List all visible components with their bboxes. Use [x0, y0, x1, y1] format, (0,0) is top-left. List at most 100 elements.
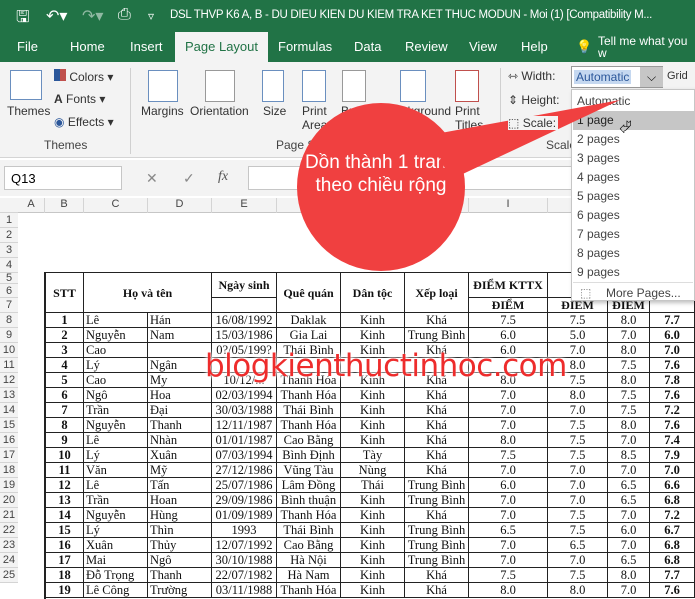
- cell-hometown[interactable]: Cao Bằng: [277, 433, 341, 448]
- cell-dob[interactable]: 25/07/1986: [212, 478, 277, 493]
- cell-score-j[interactable]: 7.5: [548, 448, 608, 463]
- cell-dob[interactable]: 22/07/1982: [212, 568, 277, 583]
- cell-ethnicity[interactable]: Kinh: [341, 583, 405, 598]
- cell-dob[interactable]: 1993: [212, 523, 277, 538]
- cell-first-name[interactable]: Đại: [148, 403, 212, 418]
- size-icon[interactable]: [262, 70, 284, 102]
- cell-rank[interactable]: Khá: [405, 403, 469, 418]
- cell-score-k[interactable]: 7.0: [608, 508, 650, 523]
- cell-score-k[interactable]: 8.0: [608, 343, 650, 358]
- cell-score-kttx[interactable]: 7.5: [469, 313, 548, 328]
- row-header-25[interactable]: 25: [0, 568, 18, 583]
- cell-hometown[interactable]: Bình thuận: [277, 493, 341, 508]
- tab-help[interactable]: Help: [521, 39, 548, 54]
- cell-rank[interactable]: Trung Bình: [405, 478, 469, 493]
- cell-first-name[interactable]: Thìn: [148, 523, 212, 538]
- cell-score-k[interactable]: 6.5: [608, 553, 650, 568]
- cell-score-avg[interactable]: 6.8: [650, 553, 695, 568]
- cell-score-kttx[interactable]: 6.0: [469, 328, 548, 343]
- cell-last-name[interactable]: Lý: [84, 448, 148, 463]
- cell-hometown[interactable]: Gia Lai: [277, 328, 341, 343]
- cell-score-j[interactable]: 5.0: [548, 328, 608, 343]
- cell-score-kttx[interactable]: 8.0: [469, 433, 548, 448]
- dropdown-item-5-pages[interactable]: 5 pages: [573, 187, 695, 206]
- row-header-19[interactable]: 19: [0, 478, 18, 493]
- column-header-E[interactable]: E: [212, 198, 277, 213]
- row-header-14[interactable]: 14: [0, 403, 18, 418]
- cell-first-name[interactable]: Thủy: [148, 538, 212, 553]
- cell-score-kttx[interactable]: 7.5: [469, 568, 548, 583]
- cell-score-kttx[interactable]: 7.0: [469, 418, 548, 433]
- cell-first-name[interactable]: Hoan: [148, 493, 212, 508]
- cell-ethnicity[interactable]: Tày: [341, 448, 405, 463]
- cell-score-kttx[interactable]: 7.0: [469, 508, 548, 523]
- cell-last-name[interactable]: Lê: [84, 478, 148, 493]
- cell-hometown[interactable]: Hà Nội: [277, 553, 341, 568]
- cell-first-name[interactable]: Mỹ: [148, 463, 212, 478]
- cell-stt[interactable]: 4: [46, 358, 84, 373]
- cell-last-name[interactable]: Mai: [84, 553, 148, 568]
- cell-rank[interactable]: Trung Bình: [405, 553, 469, 568]
- row-header-2[interactable]: 2: [0, 228, 18, 243]
- cell-last-name[interactable]: Cao: [84, 343, 148, 358]
- cell-score-j[interactable]: 7.5: [548, 568, 608, 583]
- cell-hometown[interactable]: Cao Bằng: [277, 538, 341, 553]
- cell-first-name[interactable]: Xuân: [148, 448, 212, 463]
- margins-button[interactable]: Margins: [141, 104, 184, 118]
- effects-button[interactable]: ◉ Effects ▾: [54, 115, 114, 129]
- cell-score-k[interactable]: 8.0: [608, 568, 650, 583]
- cell-score-k[interactable]: 8.0: [608, 373, 650, 388]
- cell-hometown[interactable]: Bình Định: [277, 448, 341, 463]
- cell-first-name[interactable]: Nam: [148, 328, 212, 343]
- cell-score-k[interactable]: 6.0: [608, 523, 650, 538]
- cell-score-k[interactable]: 7.0: [608, 433, 650, 448]
- cell-stt[interactable]: 17: [46, 553, 84, 568]
- cell-last-name[interactable]: Nguyễn: [84, 418, 148, 433]
- row-header-12[interactable]: 12: [0, 373, 18, 388]
- fonts-button[interactable]: A Fonts ▾: [54, 92, 105, 106]
- cell-score-j[interactable]: 7.5: [548, 508, 608, 523]
- cell-first-name[interactable]: My: [148, 373, 212, 388]
- print-area-icon[interactable]: [302, 70, 326, 102]
- cell-score-avg[interactable]: 7.2: [650, 508, 695, 523]
- cell-stt[interactable]: 5: [46, 373, 84, 388]
- cell-score-j[interactable]: 7.5: [548, 313, 608, 328]
- cell-score-kttx[interactable]: 7.0: [469, 463, 548, 478]
- cell-score-kttx[interactable]: 8.0: [469, 583, 548, 598]
- row-header-8[interactable]: 8: [0, 313, 18, 328]
- cell-first-name[interactable]: Hán: [148, 313, 212, 328]
- tab-view[interactable]: View: [469, 39, 497, 54]
- row-header-4[interactable]: 4: [0, 258, 18, 273]
- cell-score-k[interactable]: 8.5: [608, 448, 650, 463]
- cell-rank[interactable]: Trung Bình: [405, 493, 469, 508]
- cell-dob[interactable]: 16/08/1992: [212, 313, 277, 328]
- insert-function-icon[interactable]: fx: [218, 169, 228, 185]
- row-header-24[interactable]: 24: [0, 553, 18, 568]
- enter-icon[interactable]: ✓: [183, 170, 195, 187]
- cell-score-avg[interactable]: 7.8: [650, 373, 695, 388]
- cell-score-j[interactable]: 7.0: [548, 403, 608, 418]
- cell-last-name[interactable]: Lý: [84, 358, 148, 373]
- cell-score-kttx[interactable]: 7.5: [469, 448, 548, 463]
- cell-hometown[interactable]: Thanh Hóa: [277, 583, 341, 598]
- cell-stt[interactable]: 10: [46, 448, 84, 463]
- cell-score-avg[interactable]: 6.8: [650, 538, 695, 553]
- cell-score-j[interactable]: 7.0: [548, 478, 608, 493]
- cell-score-avg[interactable]: 7.0: [650, 343, 695, 358]
- cell-score-j[interactable]: 7.0: [548, 493, 608, 508]
- cell-hometown[interactable]: Lâm Đồng: [277, 478, 341, 493]
- cell-last-name[interactable]: Lý: [84, 523, 148, 538]
- row-header-11[interactable]: 11: [0, 358, 18, 373]
- cell-last-name[interactable]: Nguyễn: [84, 508, 148, 523]
- cell-last-name[interactable]: Đỗ Trọng: [84, 568, 148, 583]
- cell-hometown[interactable]: Thái Bình: [277, 403, 341, 418]
- cell-ethnicity[interactable]: Kinh: [341, 403, 405, 418]
- dropdown-item-8-pages[interactable]: 8 pages: [573, 244, 695, 263]
- cell-rank[interactable]: Trung Bình: [405, 328, 469, 343]
- cell-last-name[interactable]: Lê: [84, 433, 148, 448]
- cell-hometown[interactable]: Thanh Hóa: [277, 508, 341, 523]
- dropdown-item-6-pages[interactable]: 6 pages: [573, 206, 695, 225]
- save-icon[interactable]: 🖫: [16, 6, 30, 33]
- cell-score-k[interactable]: 7.0: [608, 463, 650, 478]
- row-header-5[interactable]: 5: [0, 273, 18, 284]
